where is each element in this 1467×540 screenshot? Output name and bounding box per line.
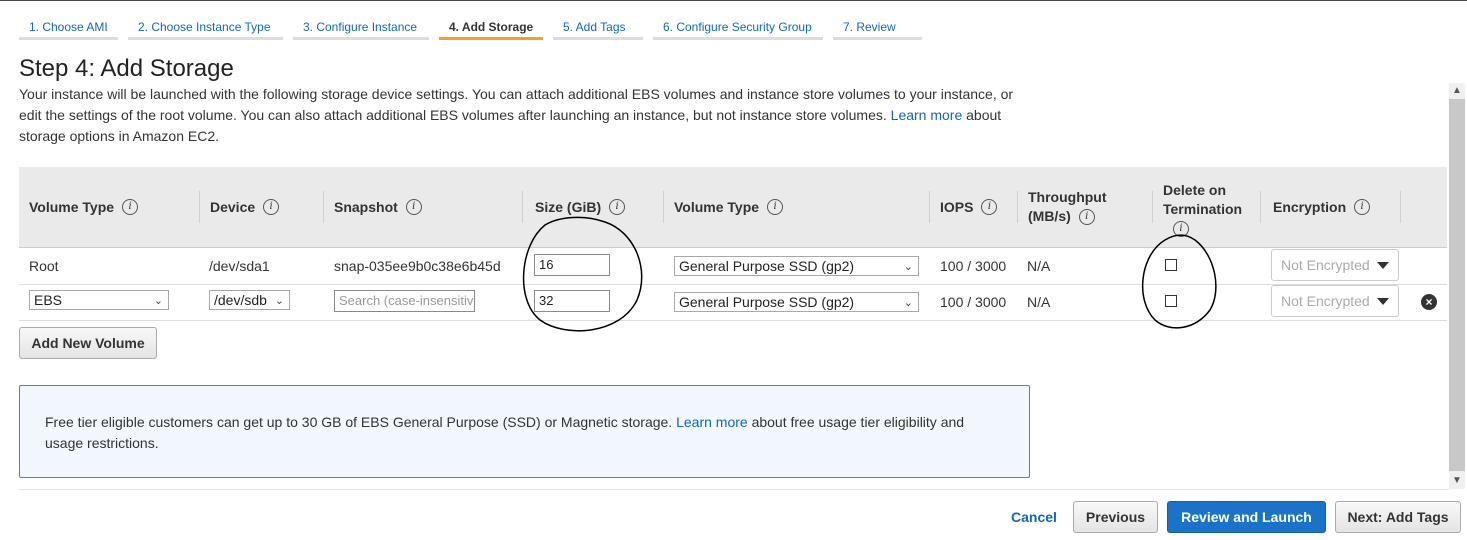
info-icon[interactable]: i (1078, 209, 1095, 226)
volume-type-select[interactable]: General Purpose SSD (gp2) ⌄ (674, 292, 919, 312)
row-throughput: N/A (1027, 294, 1051, 310)
header-device: Device i (200, 167, 324, 247)
step-add-storage[interactable]: 4. Add Storage (439, 14, 543, 40)
encryption-select[interactable]: Not Encrypted (1271, 249, 1399, 281)
step-review[interactable]: 7. Review (833, 14, 922, 40)
page-title: Step 4: Add Storage (19, 55, 234, 82)
header-encryption: Encryption i (1263, 167, 1401, 247)
row-iops: 100 / 3000 (940, 258, 1007, 274)
table-row: EBS ⌄ /dev/sdb ⌄ Search (case-insensitive)… (19, 284, 1447, 321)
caret-down-icon (1377, 298, 1389, 305)
add-new-volume-button[interactable]: Add New Volume (19, 327, 157, 359)
step-choose-instance-type[interactable]: 2. Choose Instance Type (128, 14, 283, 40)
info-icon[interactable]: i (609, 199, 626, 215)
snapshot-search-input[interactable]: Search (case-insensitive) (334, 290, 475, 312)
encryption-select[interactable]: Not Encrypted (1271, 285, 1399, 317)
table-header: Volume Type i Device i Snapshot i Size (GiB… (19, 167, 1447, 248)
row-snapshot: snap-035ee9b0c38e6b45d (334, 258, 501, 274)
header-iops: IOPS i (930, 167, 1018, 247)
step-configure-security-group[interactable]: 6. Configure Security Group (653, 14, 823, 40)
next-add-tags-button[interactable]: Next: Add Tags (1335, 501, 1461, 533)
learn-more-storage-link[interactable]: Learn more (891, 107, 963, 123)
size-input[interactable]: 32 (534, 290, 610, 312)
size-input[interactable]: 16 (534, 254, 610, 276)
caret-down-icon (1377, 262, 1389, 269)
vertical-scrollbar[interactable]: ▲ ▼ (1449, 83, 1465, 489)
notice-text: Free tier eligible customers can get up … (45, 414, 673, 430)
step-choose-ami[interactable]: 1. Choose AMI (19, 14, 118, 40)
learn-more-free-tier-link[interactable]: Learn more (676, 414, 748, 430)
free-tier-notice: Free tier eligible customers can get up … (19, 385, 1030, 478)
header-size: Size (GiB) i (525, 167, 664, 247)
row-volume-type: Root (29, 258, 59, 274)
info-icon[interactable]: i (1173, 220, 1189, 237)
previous-button[interactable]: Previous (1073, 501, 1158, 533)
cancel-link[interactable]: Cancel (1011, 509, 1057, 525)
header-snapshot: Snapshot i (324, 167, 523, 247)
info-icon[interactable]: i (1354, 199, 1371, 215)
delete-on-termination-checkbox[interactable] (1165, 295, 1177, 307)
chevron-down-icon: ⌄ (903, 261, 913, 273)
delete-on-termination-checkbox[interactable] (1165, 259, 1177, 271)
row-throughput: N/A (1027, 258, 1051, 274)
review-and-launch-button[interactable]: Review and Launch (1167, 501, 1326, 533)
header-volume-type: Volume Type i (19, 167, 200, 247)
info-icon[interactable]: i (122, 199, 139, 215)
step-configure-instance[interactable]: 3. Configure Instance (293, 14, 429, 40)
chevron-down-icon: ⌄ (153, 295, 163, 307)
row-iops: 100 / 3000 (940, 294, 1007, 310)
footer-divider (19, 489, 1449, 490)
step-add-tags[interactable]: 5. Add Tags (553, 14, 643, 40)
volume-type-dropdown[interactable]: EBS ⌄ (29, 290, 169, 310)
page-description: Your instance will be launched with the … (19, 84, 1039, 147)
table-row: Root /dev/sda1 snap-035ee9b0c38e6b45d 16… (19, 248, 1447, 285)
description-text: Your instance will be launched with the … (19, 86, 1014, 123)
chevron-down-icon: ⌄ (274, 295, 284, 307)
header-throughput: Throughput (MB/s) i (1018, 167, 1153, 247)
row-device: /dev/sda1 (209, 258, 270, 274)
device-dropdown[interactable]: /dev/sdb ⌄ (209, 290, 290, 310)
info-icon[interactable]: i (263, 199, 280, 215)
header-volume-type-2: Volume Type i (664, 167, 930, 247)
chevron-down-icon: ⌄ (903, 297, 913, 309)
scrollbar-thumb[interactable] (1449, 99, 1465, 471)
remove-volume-icon[interactable]: × (1421, 294, 1437, 310)
top-border (0, 0, 1467, 1)
scroll-down-icon[interactable]: ▼ (1449, 473, 1465, 489)
volume-type-select[interactable]: General Purpose SSD (gp2) ⌄ (674, 256, 919, 276)
info-icon[interactable]: i (405, 199, 422, 215)
info-icon[interactable]: i (981, 199, 998, 215)
info-icon[interactable]: i (767, 199, 784, 215)
scroll-up-icon[interactable]: ▲ (1449, 83, 1465, 99)
header-delete-on-termination: Delete on Termination i (1153, 167, 1261, 247)
